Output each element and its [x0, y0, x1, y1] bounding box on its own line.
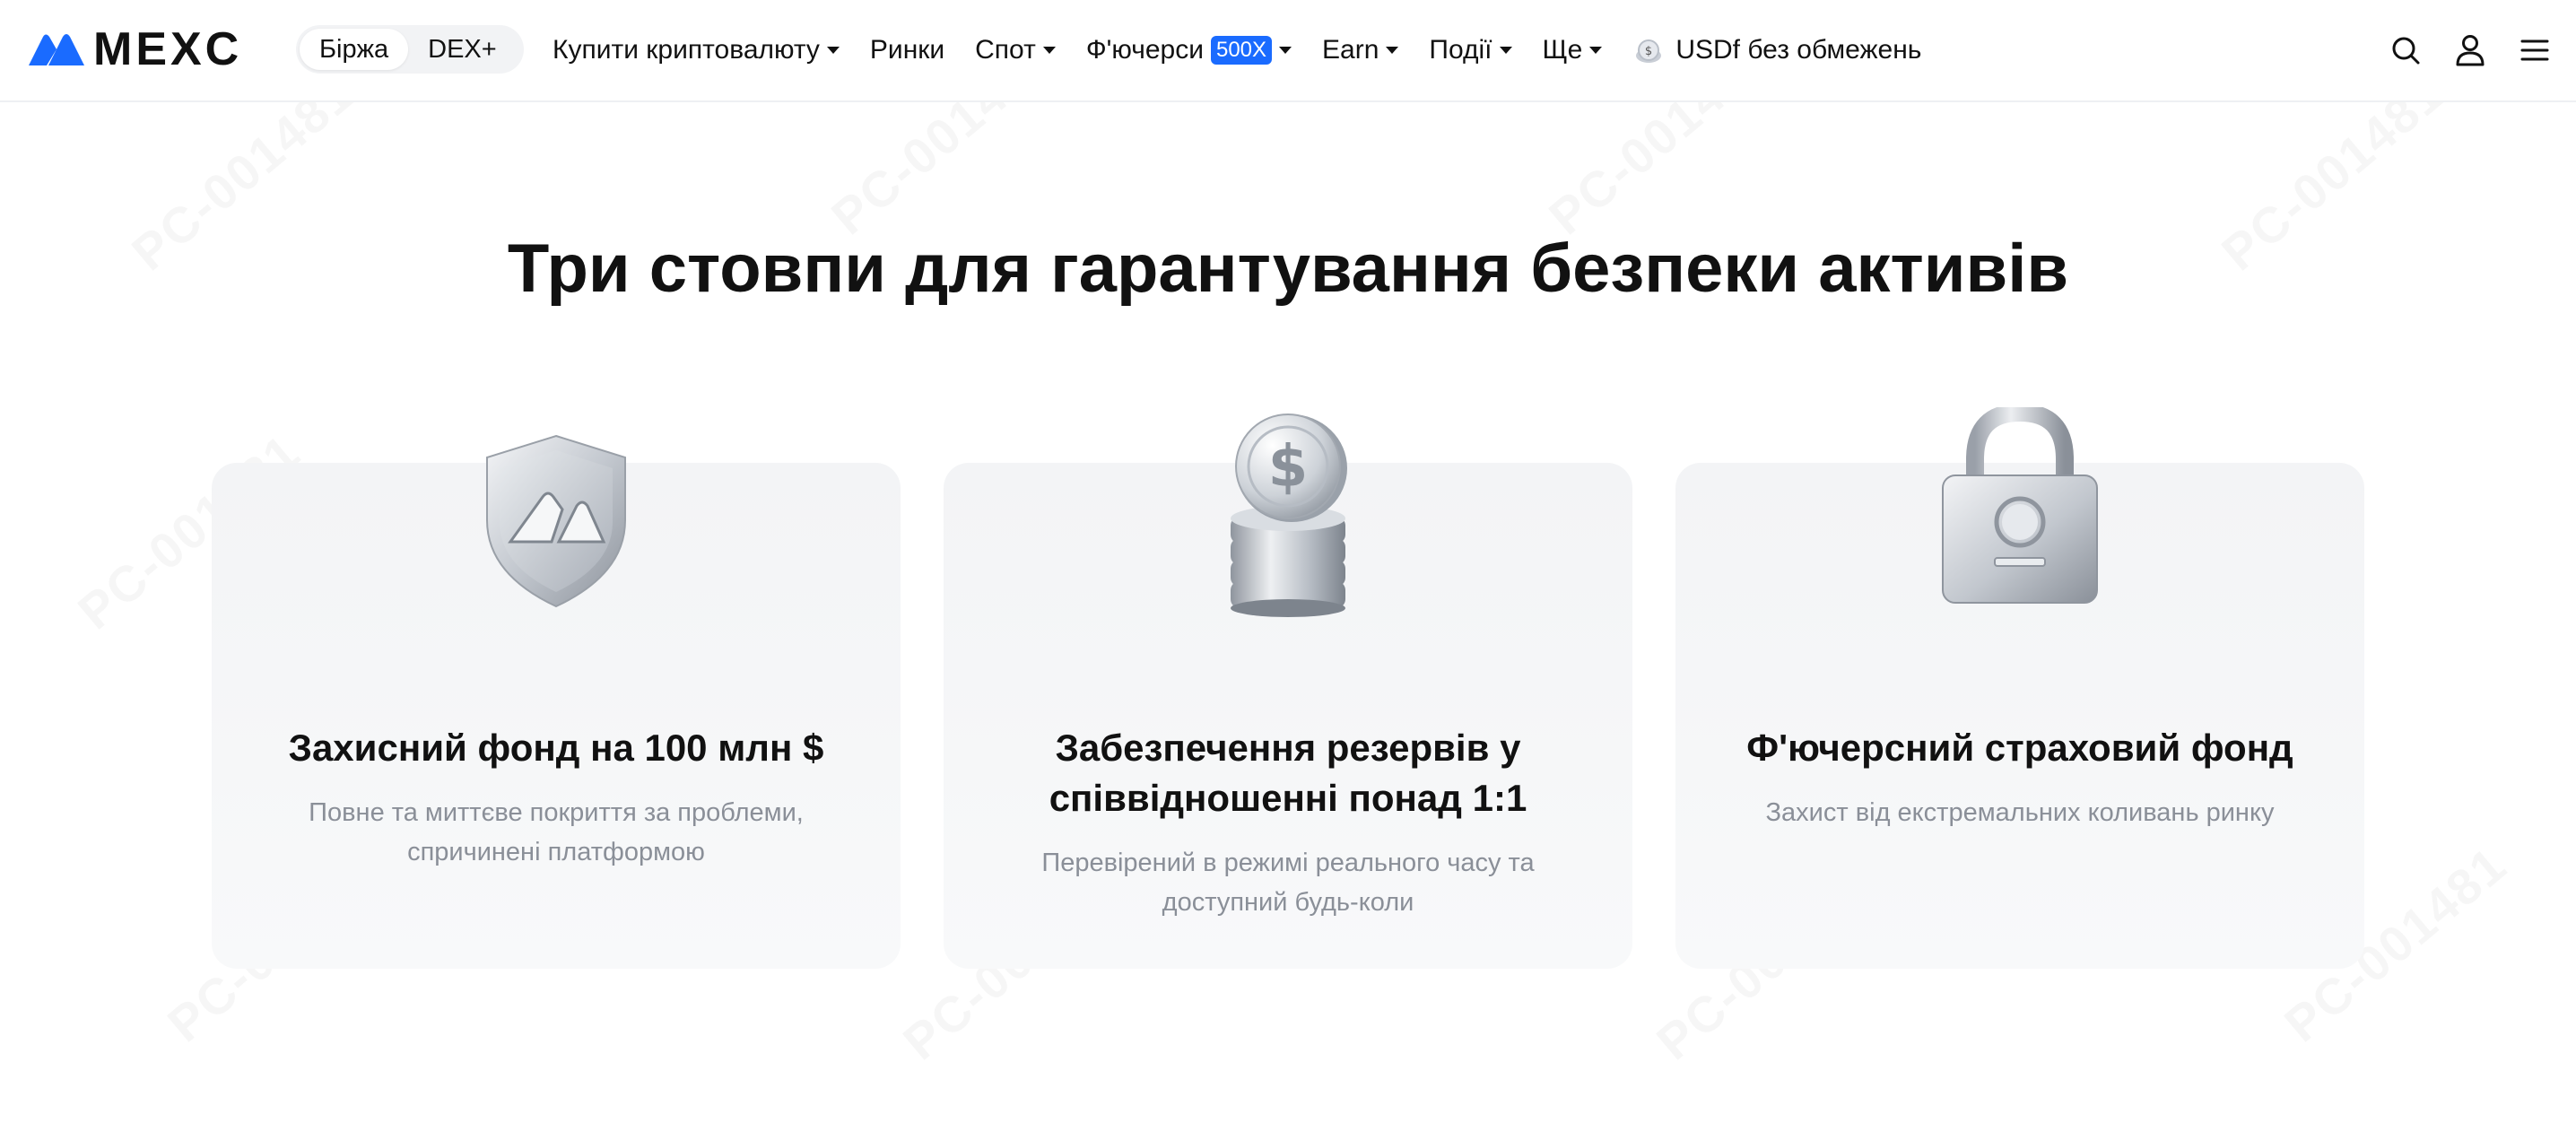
nav-earn[interactable]: Earn — [1322, 35, 1399, 65]
chevron-down-icon — [1589, 47, 1603, 54]
nav-events[interactable]: Події — [1429, 35, 1512, 65]
nav-label: Earn — [1322, 35, 1379, 65]
nav-label: Купити криптовалюту — [553, 35, 820, 65]
card-title: Захисний фонд на 100 млн $ — [288, 727, 824, 769]
chevron-down-icon — [1279, 47, 1292, 54]
main-nav: Купити криптовалюту Ринки Спот Ф'ючерси … — [553, 0, 1952, 100]
exchange-dex-switch: Біржа DEX+ — [296, 25, 524, 74]
feature-card-reserves: $ Забезпечення резервів у співвідношенні… — [944, 414, 1632, 969]
card-description: Повне та миттєве покриття за проблеми, с… — [309, 798, 804, 866]
card-title: Забезпечення резервів у співвідношенні п… — [1049, 727, 1527, 819]
card-description: Захист від екстремальних коливань ринку — [1765, 798, 2275, 827]
shield-icon — [486, 434, 626, 608]
lock-icon — [1942, 407, 2098, 604]
nav-label: Події — [1429, 35, 1493, 65]
section-title: Три стовпи для гарантування безпеки акти… — [507, 231, 2069, 307]
chevron-down-icon — [826, 47, 840, 54]
nav-futures[interactable]: Ф'ючерси 500X — [1086, 35, 1292, 65]
feature-card-protection-fund: Захисний фонд на 100 млн $ Повне та митт… — [212, 434, 901, 969]
coins-icon: $ — [1231, 414, 1347, 617]
chevron-down-icon — [1499, 47, 1512, 54]
nav-label: USDf без обмежень — [1675, 35, 1922, 65]
user-icon[interactable] — [2452, 32, 2488, 68]
nav-label: Ще — [1542, 35, 1583, 65]
nav-label: Ринки — [869, 35, 945, 65]
nav-label: Ф'ючерси — [1085, 35, 1204, 65]
svg-text:$: $ — [1268, 434, 1309, 501]
card-description: Перевірений в режимі реального часу та д… — [1041, 849, 1535, 917]
coin-icon: $ — [1636, 39, 1662, 63]
mexc-logo-icon — [29, 34, 84, 65]
svg-text:$: $ — [1645, 45, 1652, 58]
leverage-badge: 500X — [1210, 36, 1273, 65]
switch-dex[interactable]: DEX+ — [408, 29, 517, 70]
nav-markets[interactable]: Ринки — [870, 35, 944, 65]
feature-card-insurance-fund: Ф'ючерсний страховий фонд Захист від екс… — [1675, 407, 2364, 969]
nav-spot[interactable]: Спот — [975, 35, 1056, 65]
nav-more[interactable]: Ще — [1543, 35, 1603, 65]
nav-buy-crypto[interactable]: Купити криптовалюту — [553, 35, 840, 65]
logo-text: MEXC — [93, 23, 243, 75]
header-actions — [2359, 0, 2553, 100]
chevron-down-icon — [1042, 47, 1056, 54]
mexc-logo[interactable]: MEXC — [27, 23, 243, 75]
switch-exchange[interactable]: Біржа — [300, 29, 409, 70]
chevron-down-icon — [1386, 47, 1399, 54]
menu-icon[interactable] — [2517, 32, 2553, 68]
top-navbar: MEXC Біржа DEX+ Купити криптовалюту Ринк… — [0, 0, 2576, 102]
search-icon[interactable] — [2388, 32, 2424, 68]
nav-label: Спот — [975, 35, 1036, 65]
nav-usdf-promo[interactable]: $ USDf без обмежень — [1632, 34, 1921, 66]
card-title: Ф'ючерсний страховий фонд — [1746, 727, 2293, 769]
